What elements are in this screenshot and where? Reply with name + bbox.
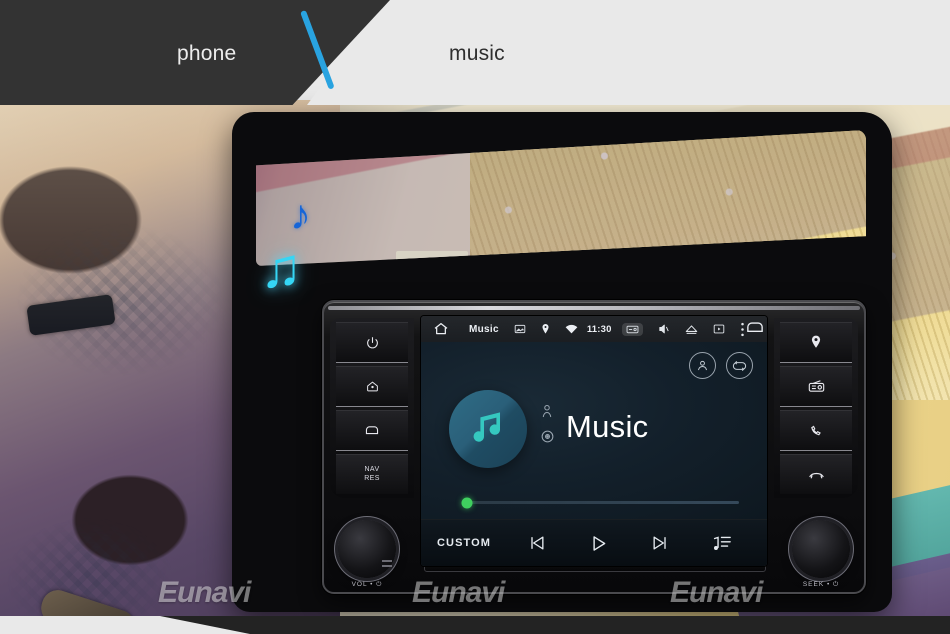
seek-knob-label: SEEK • ⏻ [802, 581, 840, 588]
window-view [256, 130, 866, 266]
volume-knob-label: VOL • ⏻ [351, 581, 383, 588]
play-icon [593, 535, 606, 551]
next-track-button[interactable] [644, 533, 675, 553]
nav-res-label-line1: NAV [364, 465, 380, 473]
track-meta-icons [541, 404, 554, 448]
location-pin-icon[interactable] [541, 323, 550, 335]
car-head-unit: NAV RES VOL • ⏻ SEEK • ⏻ Music 11:30 Mus… [322, 300, 866, 594]
back-button[interactable] [336, 410, 408, 451]
progress-bar[interactable] [461, 497, 739, 508]
android-touchscreen[interactable]: Music 11:30 Music CUSTOM [421, 316, 767, 566]
phone-hangup-icon [808, 468, 825, 481]
eject-icon[interactable] [685, 324, 698, 335]
phone-answer-icon [809, 423, 824, 437]
eject-indicator [382, 565, 392, 567]
volume-knob[interactable] [338, 520, 396, 578]
radio-icon [808, 379, 825, 393]
location-pin-icon [810, 335, 822, 349]
custom-button[interactable]: CUSTOM [437, 537, 491, 549]
track-title: Music [566, 408, 649, 444]
trim-notch [396, 251, 468, 266]
music-note-cyan-icon: ♫ [260, 236, 302, 299]
next-track-icon [653, 536, 666, 550]
progress-thumb[interactable] [461, 497, 473, 508]
volume-icon[interactable] [658, 323, 670, 335]
eject-indicator [382, 560, 392, 562]
chrome-trim [328, 306, 860, 310]
music-note-icon [469, 407, 507, 452]
status-clock: 11:30 [586, 323, 612, 335]
screen-icon[interactable] [514, 323, 526, 335]
back-arrow-icon[interactable] [745, 320, 765, 339]
user-circle-icon[interactable] [689, 352, 716, 379]
artist-icon [541, 404, 554, 423]
left-button-cluster: NAV RES [330, 318, 414, 498]
screenshot-root: ♪ ♫ NAV RES VOL • ⏻ SEEK • ⏻ Music 11:30… [0, 0, 950, 634]
tab-phone[interactable]: phone [177, 42, 236, 66]
home-icon[interactable] [433, 321, 449, 337]
trim-notch [676, 251, 748, 266]
player-top-actions [689, 352, 753, 379]
music-note-blue-icon: ♪ [290, 191, 311, 238]
seek-knob[interactable] [792, 520, 850, 578]
radio-button[interactable] [780, 366, 852, 407]
play-button[interactable] [583, 533, 614, 554]
back-arrow-icon [364, 424, 380, 437]
call-answer-button[interactable] [780, 410, 852, 451]
playlist-icon [713, 536, 731, 550]
footer-ribbon [0, 616, 950, 634]
home-button[interactable] [336, 366, 408, 407]
album-disc-icon [541, 430, 554, 448]
apps-icon[interactable] [713, 323, 725, 335]
music-player-content: Music [421, 342, 767, 520]
home-car-icon [366, 380, 379, 393]
status-app-title: Music [469, 323, 499, 335]
call-end-button[interactable] [780, 454, 852, 494]
header-ribbon: phone music [0, 0, 950, 105]
dashboard-window-cutout [256, 130, 866, 266]
right-button-cluster [774, 318, 858, 498]
tab-music[interactable]: music [449, 42, 505, 66]
navigation-button[interactable] [780, 322, 852, 363]
nav-res-label-line2: RES [364, 474, 380, 482]
nav-res-button[interactable]: NAV RES [336, 454, 408, 494]
power-icon [366, 336, 379, 349]
previous-track-icon [531, 536, 544, 550]
power-button[interactable] [336, 322, 408, 363]
android-status-bar: Music 11:30 [421, 316, 767, 342]
playlist-button[interactable] [706, 534, 737, 553]
track-metadata: Music [541, 404, 648, 448]
album-art[interactable] [449, 390, 527, 468]
player-control-bar: CUSTOM [421, 519, 767, 566]
repeat-circle-icon[interactable] [726, 352, 753, 379]
previous-track-button[interactable] [521, 533, 552, 553]
wifi-icon[interactable] [565, 324, 578, 335]
camera-icon[interactable] [621, 322, 643, 336]
